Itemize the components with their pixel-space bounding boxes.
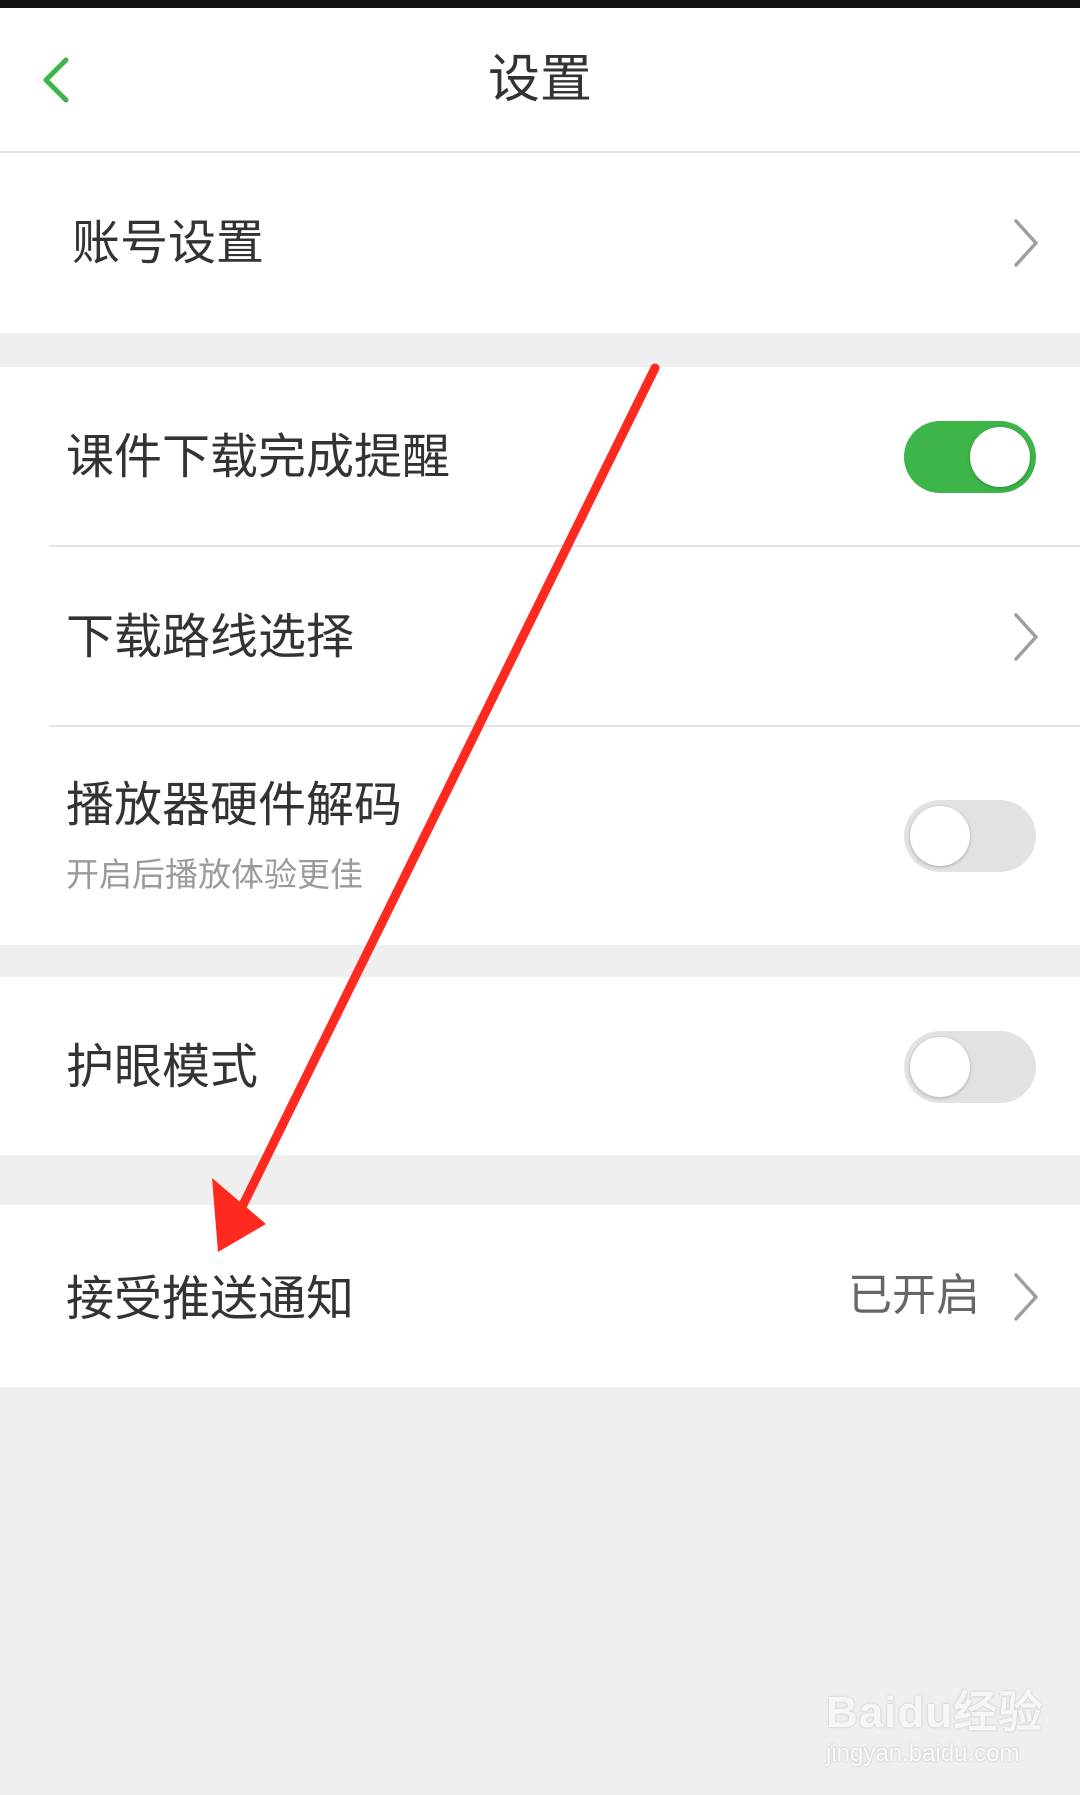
row-sublabel: 开启后播放体验更佳: [66, 855, 363, 894]
row-label: 播放器硬件解码: [66, 777, 403, 833]
toggle-knob: [910, 806, 970, 866]
hardware-decode-toggle[interactable]: [904, 800, 1036, 872]
settings-row-hardware-decode: 播放器硬件解码 开启后播放体验更佳: [0, 727, 1080, 945]
navigation-bar: 设置: [0, 8, 1080, 153]
settings-row-push-notifications[interactable]: 接受推送通知 已开启: [0, 1205, 1080, 1387]
row-label: 接受推送通知: [66, 1271, 355, 1327]
toggle-knob: [910, 1037, 970, 1097]
row-label: 下载路线选择: [66, 609, 355, 665]
chevron-right-icon: [1010, 215, 1042, 271]
watermark-url: jingyan.baidu.com: [826, 1740, 1020, 1767]
settings-row-download-reminder: 课件下载完成提醒: [0, 367, 1080, 547]
settings-row-account[interactable]: 账号设置: [0, 153, 1080, 333]
section-account: 账号设置: [0, 153, 1080, 333]
chevron-right-icon: [1010, 1269, 1042, 1325]
page-title: 设置: [487, 50, 592, 110]
section-download-playback: 课件下载完成提醒 下载路线选择 播放器硬件解码 开启后播放体验更佳: [0, 367, 1080, 945]
section-eye-care: 护眼模式: [0, 977, 1080, 1155]
row-label: 课件下载完成提醒: [66, 429, 451, 485]
row-label: 账号设置: [72, 215, 265, 271]
status-bar-strip: [0, 0, 1080, 8]
download-reminder-toggle[interactable]: [904, 421, 1036, 493]
watermark-brand: Baidu经验: [826, 1688, 1044, 1737]
row-value: 已开启: [848, 1270, 980, 1321]
row-label: 护眼模式: [66, 1039, 259, 1095]
section-notifications: 接受推送通知 已开启: [0, 1205, 1080, 1387]
toggle-knob: [970, 427, 1030, 487]
back-button[interactable]: [18, 42, 88, 114]
watermark: Baidu经验 jingyan.baidu.com: [826, 1670, 1056, 1780]
chevron-left-icon: [43, 57, 69, 103]
settings-row-eye-care: 护眼模式: [0, 977, 1080, 1155]
settings-row-download-route[interactable]: 下载路线选择: [0, 547, 1080, 727]
chevron-right-icon: [1010, 609, 1042, 665]
eye-care-toggle[interactable]: [904, 1031, 1036, 1103]
